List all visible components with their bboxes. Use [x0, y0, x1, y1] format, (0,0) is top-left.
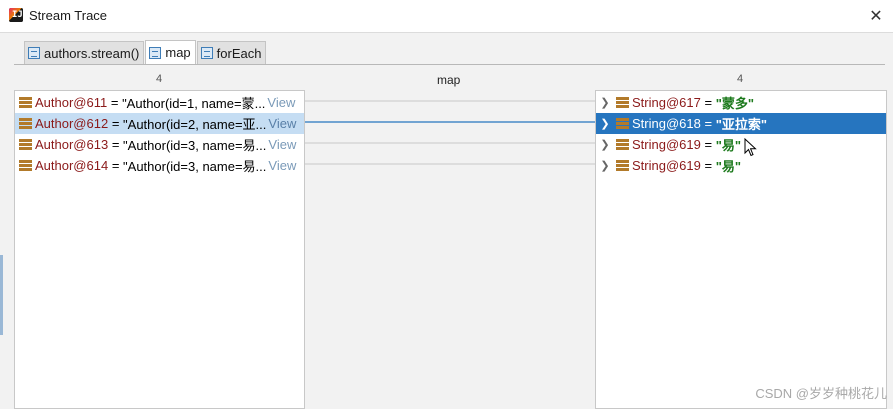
- item-reference: Author@613: [35, 137, 109, 152]
- item-reference: Author@612: [35, 116, 109, 131]
- view-link[interactable]: View: [268, 116, 296, 131]
- item-equals: =: [108, 137, 124, 152]
- item-value: "蒙多": [715, 96, 755, 111]
- item-reference: String@619: [632, 158, 701, 173]
- item-reference: String@617: [632, 95, 701, 110]
- item-reference: Author@611: [35, 95, 108, 110]
- item-value: "亚拉索": [715, 117, 768, 132]
- list-item[interactable]: ❯ String@617 = "蒙多": [596, 92, 886, 113]
- list-item[interactable]: Author@611 = "Author(id=1, name=蒙... Vie…: [15, 92, 304, 113]
- watermark: CSDN @岁岁种桃花儿: [755, 386, 887, 401]
- field-value-icon: [19, 139, 32, 150]
- chevron-right-icon[interactable]: ❯: [598, 96, 612, 109]
- field-value-icon: [616, 160, 629, 171]
- item-equals: =: [108, 116, 124, 131]
- field-value-icon: [19, 97, 32, 108]
- item-reference: String@618: [632, 116, 701, 131]
- item-equals: =: [700, 158, 716, 173]
- mouse-cursor-icon: [744, 138, 757, 157]
- field-value-icon: [616, 97, 629, 108]
- view-link[interactable]: View: [268, 158, 296, 173]
- field-value-icon: [19, 160, 32, 171]
- item-equals: =: [700, 116, 716, 131]
- list-item[interactable]: ❯ String@619 = "易": [596, 155, 886, 176]
- item-equals: =: [108, 158, 124, 173]
- item-equals: =: [700, 95, 716, 110]
- item-equals: =: [107, 95, 123, 110]
- list-item[interactable]: Author@614 = "Author(id=3, name=易... Vie…: [15, 155, 304, 176]
- list-item-selected[interactable]: ❯ String@618 = "亚拉索": [596, 113, 886, 134]
- item-equals: =: [700, 137, 716, 152]
- item-value: "Author(id=2, name=亚...: [123, 117, 267, 132]
- item-value: "Author(id=1, name=蒙...: [122, 96, 266, 111]
- item-reference: Author@614: [35, 158, 109, 173]
- chevron-right-icon[interactable]: ❯: [598, 138, 612, 151]
- item-value: "Author(id=3, name=易...: [123, 138, 267, 153]
- field-value-icon: [616, 139, 629, 150]
- item-value: "易": [715, 159, 742, 174]
- list-item[interactable]: Author@613 = "Author(id=3, name=易... Vie…: [15, 134, 304, 155]
- source-values-panel[interactable]: Author@611 = "Author(id=1, name=蒙... Vie…: [14, 90, 305, 409]
- item-value: "Author(id=3, name=易...: [123, 159, 267, 174]
- item-value: "易": [715, 138, 742, 153]
- result-values-panel[interactable]: ❯ String@617 = "蒙多" ❯ String@618 = "亚拉索"…: [595, 90, 887, 409]
- view-link[interactable]: View: [267, 95, 295, 110]
- list-item-selected[interactable]: Author@612 = "Author(id=2, name=亚... Vie…: [15, 113, 304, 134]
- chevron-right-icon[interactable]: ❯: [598, 117, 612, 130]
- chevron-right-icon[interactable]: ❯: [598, 159, 612, 172]
- view-link[interactable]: View: [268, 137, 296, 152]
- field-value-icon: [616, 118, 629, 129]
- list-item[interactable]: ❯ String@619 = "易": [596, 134, 886, 155]
- item-reference: String@619: [632, 137, 701, 152]
- field-value-icon: [19, 118, 32, 129]
